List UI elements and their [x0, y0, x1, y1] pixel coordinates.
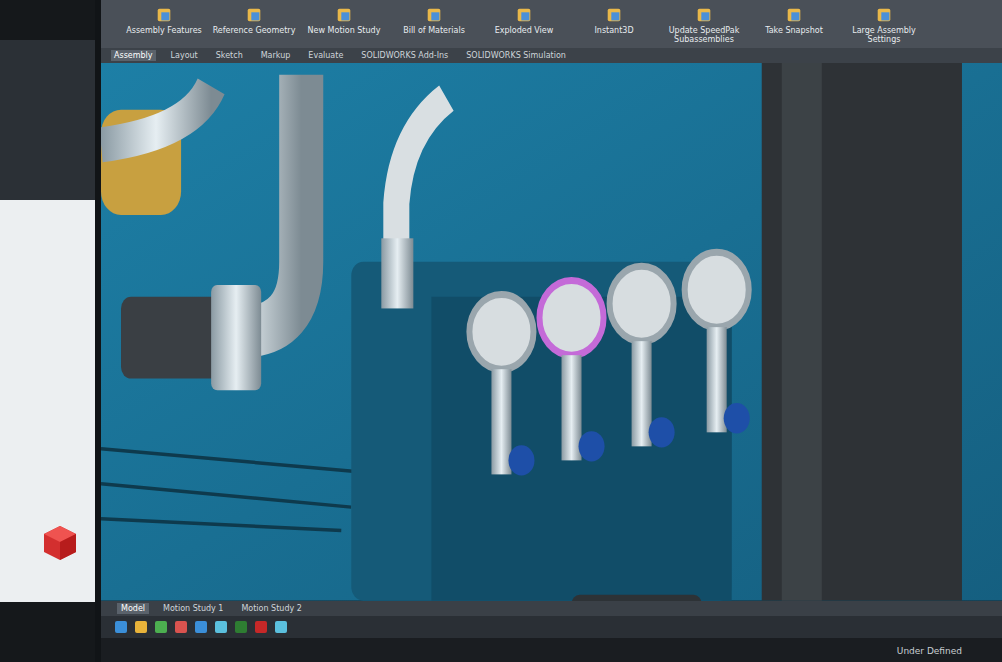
left-monitor	[0, 0, 95, 662]
pressure-gauge	[469, 295, 534, 476]
command-tab[interactable]: SOLIDWORKS Simulation	[463, 50, 569, 61]
tool-icon	[335, 6, 353, 24]
toolbar-button[interactable]: Exploded View	[481, 6, 567, 44]
taskbar	[101, 616, 1002, 638]
toolbar-button[interactable]: Assembly Features	[121, 6, 207, 44]
left-window-bar	[0, 40, 95, 200]
app-icon[interactable]	[235, 621, 247, 633]
command-tab[interactable]: Evaluate	[305, 50, 346, 61]
toolbar-button[interactable]: Update SpeedPak Subassemblies	[661, 6, 747, 44]
pressure-gauge	[539, 281, 604, 462]
command-tab[interactable]: Sketch	[213, 50, 246, 61]
app-icon[interactable]	[135, 621, 147, 633]
desk-photo: Assembly Features Reference Geometry New…	[0, 0, 1002, 662]
app-icon[interactable]	[215, 621, 227, 633]
motion-tabs: Model Motion Study 1 Motion Study 2	[101, 601, 1002, 616]
model-tab[interactable]: Motion Study 2	[237, 603, 305, 614]
toolbar-button[interactable]: Large Assembly Settings	[841, 6, 927, 44]
tool-icon	[875, 6, 893, 24]
tool-icon	[785, 6, 803, 24]
tool-icon	[245, 6, 263, 24]
left-window	[0, 200, 95, 602]
model-tab[interactable]: Motion Study 1	[159, 603, 227, 614]
command-tab[interactable]: Layout	[168, 50, 201, 61]
status-text: Under Defined	[897, 646, 962, 656]
tool-icon	[695, 6, 713, 24]
gauge-panel	[351, 262, 731, 601]
app-icon[interactable]	[155, 621, 167, 633]
app-icon[interactable]	[175, 621, 187, 633]
toolbar-button[interactable]: Reference Geometry	[211, 6, 297, 44]
app-icon[interactable]	[115, 621, 127, 633]
app-icon[interactable]	[195, 621, 207, 633]
tool-icon	[425, 6, 443, 24]
command-tab[interactable]: Markup	[258, 50, 294, 61]
toolbar-button[interactable]: Instant3D	[571, 6, 657, 44]
status-bar: Under Defined	[101, 638, 1002, 662]
toolbar-button[interactable]: New Motion Study	[301, 6, 387, 44]
graphics-area[interactable]	[101, 63, 1002, 601]
app-icon[interactable]	[255, 621, 267, 633]
app-icon[interactable]	[275, 621, 287, 633]
toolbar-button[interactable]: Bill of Materials	[391, 6, 477, 44]
pressure-gauge	[610, 267, 675, 448]
solidworks-logo-icon	[40, 522, 80, 562]
command-tab[interactable]: Assembly	[111, 50, 156, 61]
model-tab[interactable]: Model	[117, 603, 149, 614]
pressure-gauge	[685, 253, 750, 434]
tool-icon	[515, 6, 533, 24]
main-monitor: Assembly Features Reference Geometry New…	[95, 0, 1002, 662]
tool-icon	[155, 6, 173, 24]
column	[762, 63, 962, 601]
tool-icon	[605, 6, 623, 24]
command-manager: Assembly Features Reference Geometry New…	[101, 0, 1002, 48]
assembly-model	[101, 63, 1002, 601]
command-tabs: Assembly Layout Sketch Markup Evaluate SOLIDW…	[101, 48, 1002, 63]
command-tab[interactable]: SOLIDWORKS Add-Ins	[358, 50, 451, 61]
toolbar-button[interactable]: Take Snapshot	[751, 6, 837, 44]
